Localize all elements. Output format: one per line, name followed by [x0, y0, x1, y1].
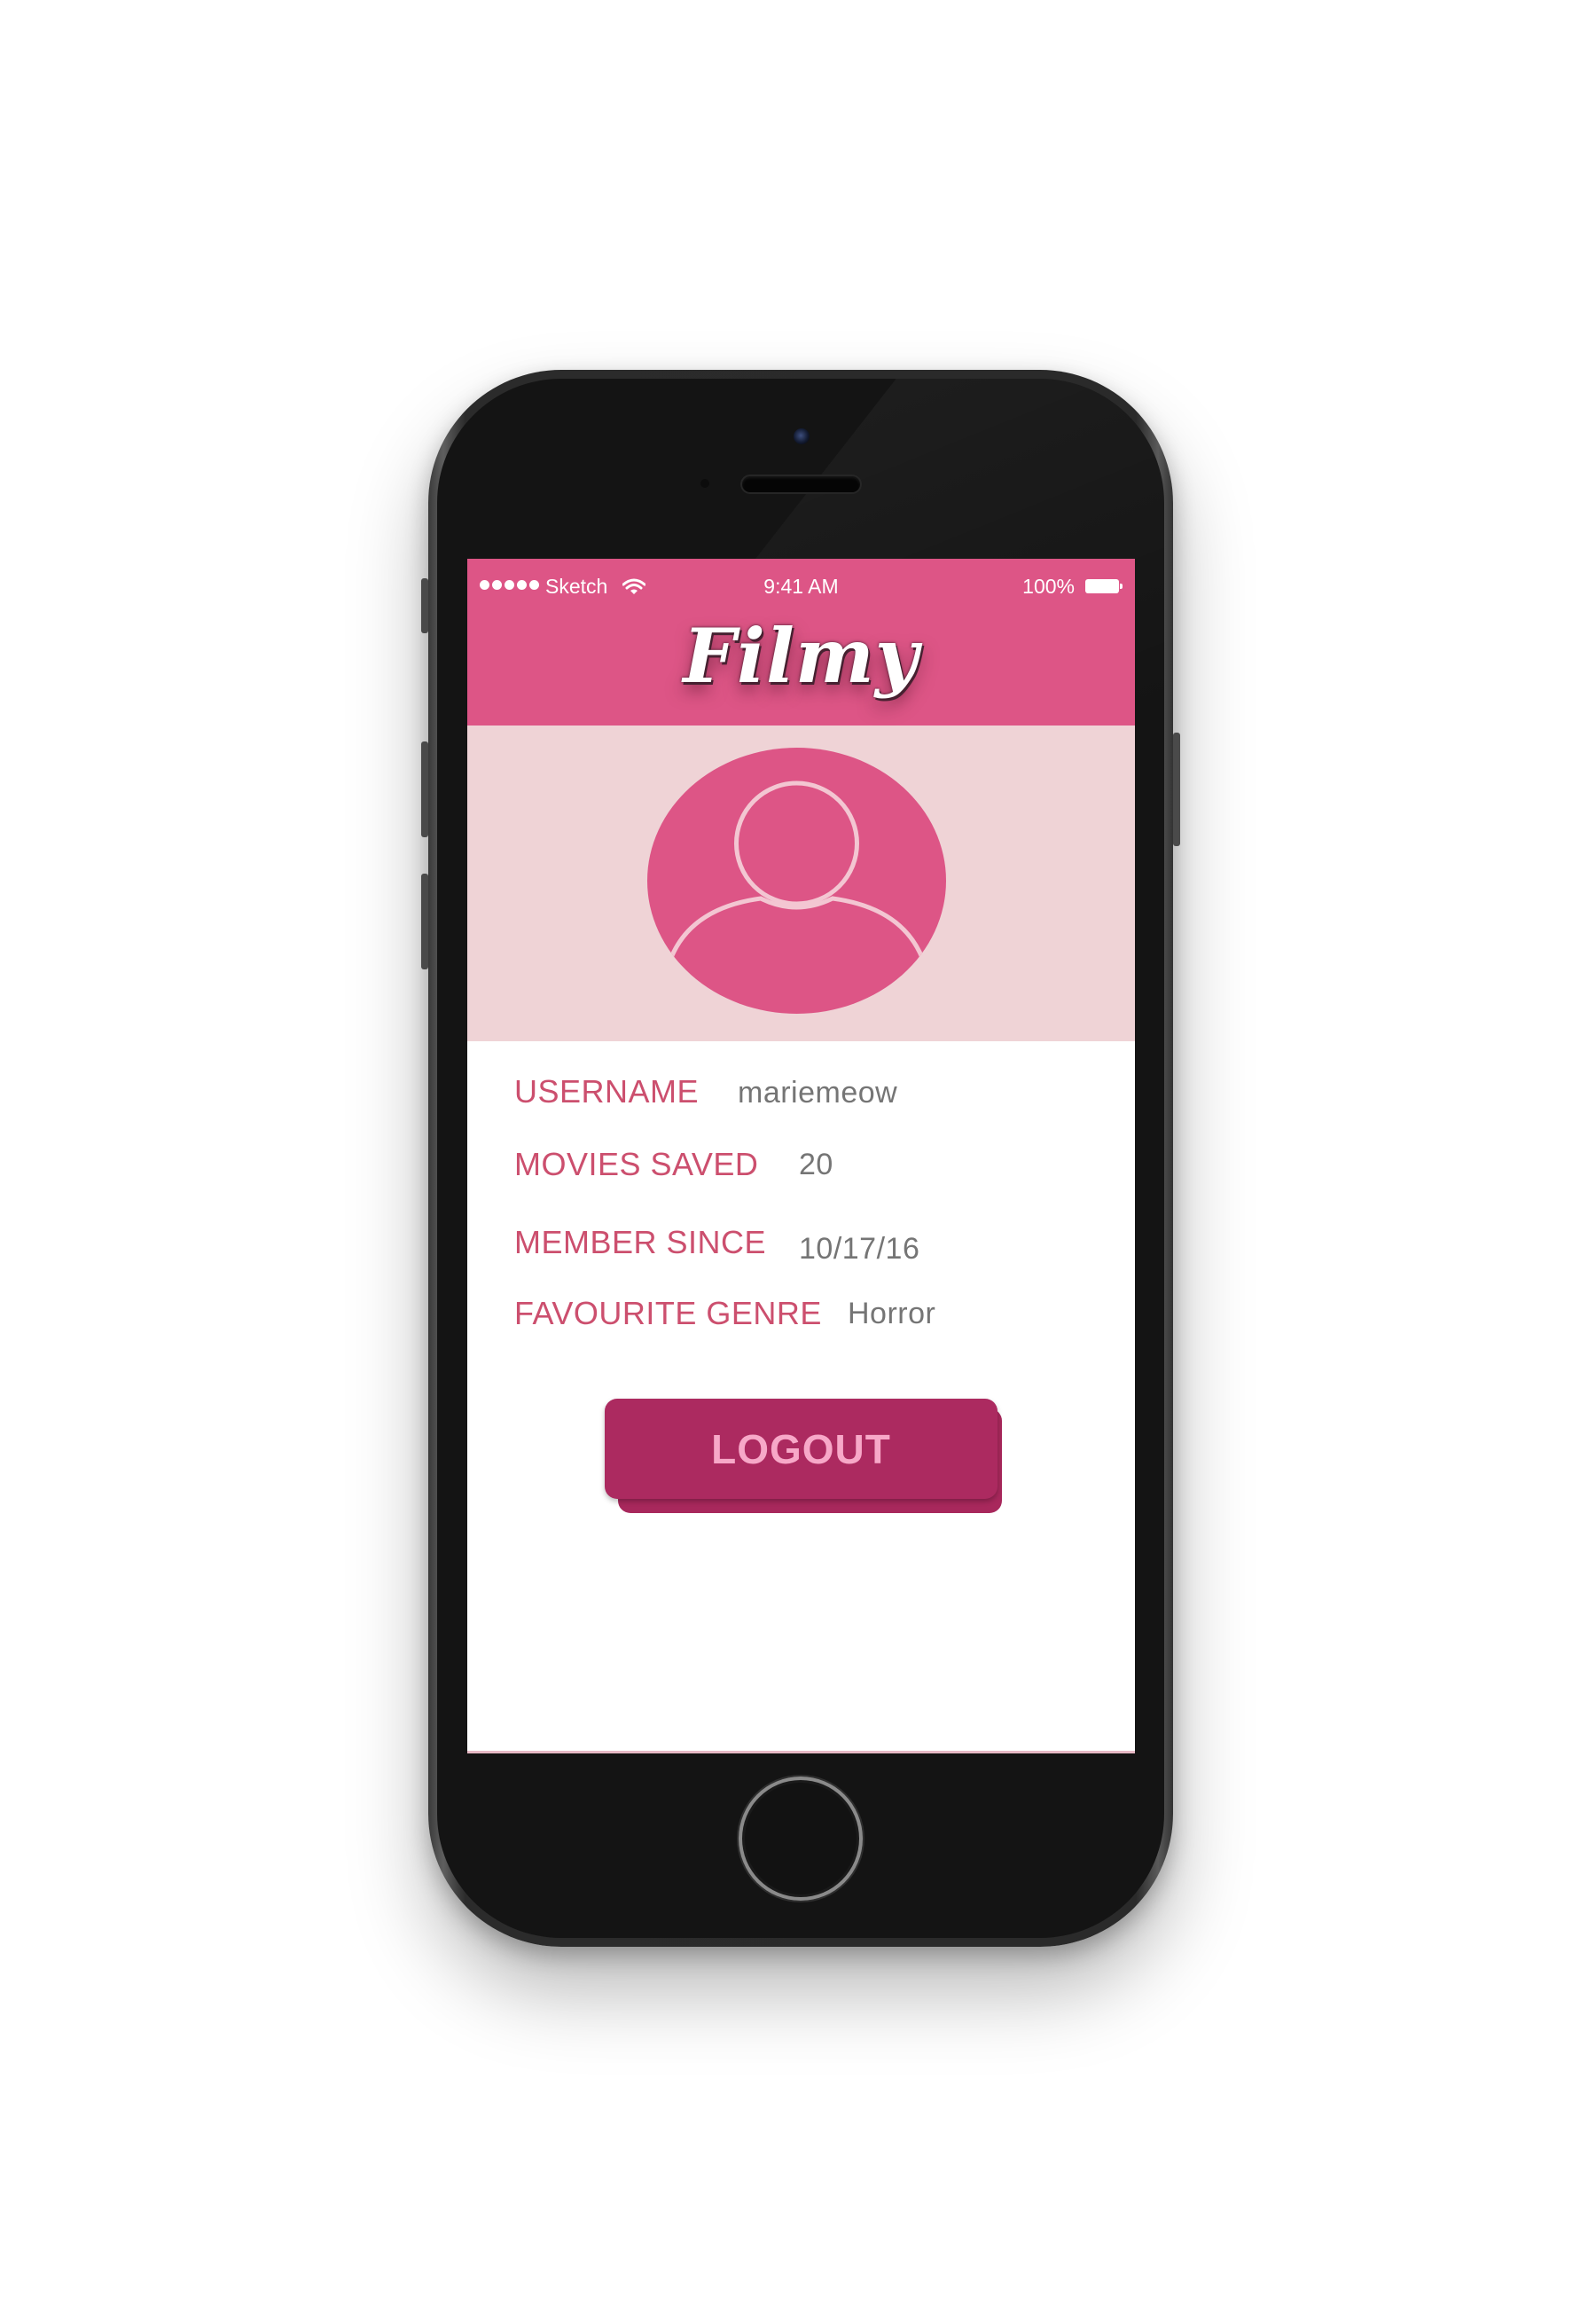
- username-value: mariemeow: [738, 1076, 898, 1110]
- battery-icon: [1085, 579, 1123, 593]
- app-screen: Sketch 9:41 AM 100% Filmy USERNAME marie…: [467, 559, 1135, 1753]
- mute-switch: [421, 578, 428, 633]
- member-since-value: 10/17/16: [799, 1232, 920, 1266]
- volume-up-button: [421, 741, 428, 837]
- earpiece-speaker: [742, 476, 860, 492]
- favourite-genre-value: Horror: [848, 1297, 936, 1330]
- member-since-label: MEMBER SINCE: [514, 1224, 767, 1260]
- home-button[interactable]: [739, 1777, 863, 1901]
- status-bar: Sketch 9:41 AM 100%: [467, 575, 1135, 605]
- volume-down-button: [421, 874, 428, 969]
- logout-button[interactable]: LOGOUT: [605, 1399, 998, 1499]
- profile-banner: [467, 726, 1135, 1041]
- movies-saved-value: 20: [799, 1148, 833, 1181]
- app-header: Sketch 9:41 AM 100% Filmy: [467, 559, 1135, 726]
- movies-saved-label: MOVIES SAVED: [514, 1146, 759, 1182]
- user-icon: [647, 748, 946, 1014]
- battery-percentage: 100%: [1022, 575, 1075, 598]
- app-logo: Filmy: [683, 612, 919, 700]
- favourite-genre-label: FAVOURITE GENRE: [514, 1295, 822, 1331]
- power-button: [1173, 733, 1180, 846]
- proximity-sensor: [700, 479, 709, 488]
- screen-bottom-edge: [467, 1751, 1135, 1753]
- front-camera: [794, 428, 810, 444]
- username-label: USERNAME: [514, 1073, 700, 1110]
